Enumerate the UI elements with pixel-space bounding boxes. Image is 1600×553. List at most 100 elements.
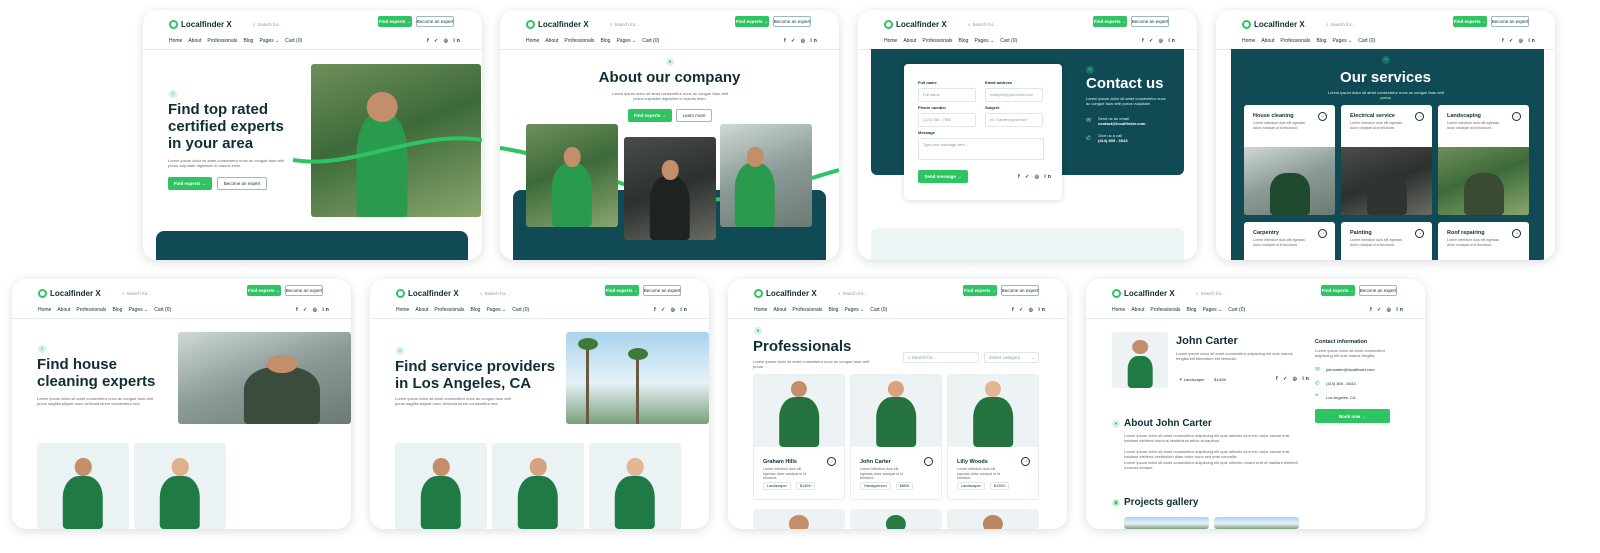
about-learn-more-button[interactable]: Learn more [676, 109, 712, 122]
service-card-electrical[interactable]: Electrical service Lorem interdum duis e… [1341, 105, 1432, 215]
professional-photo-row2-2[interactable] [850, 509, 942, 529]
phone-input[interactable]: (123) 456 - 7890 [918, 113, 976, 127]
social-icons[interactable]: f ✓ ◎ in [1370, 307, 1405, 313]
nav-pages[interactable]: Pages ⌄ [1202, 307, 1222, 313]
nav-pages[interactable]: Pages ⌄ [974, 38, 994, 44]
email-field[interactable]: Email address example@youremail.com [985, 80, 1043, 102]
provider-photo-3[interactable] [589, 443, 681, 529]
logo[interactable]: Localfinder X [38, 289, 101, 298]
professional-photo-row2-3[interactable] [947, 509, 1039, 529]
become-expert-button[interactable]: Become an expert [416, 16, 454, 27]
nav-professionals[interactable]: Professionals [76, 307, 106, 313]
nav-about[interactable]: About [545, 38, 558, 44]
nav-professionals[interactable]: Professionals [922, 38, 952, 44]
nav-cart[interactable]: Cart (0) [642, 38, 659, 44]
email-input[interactable]: example@youremail.com [985, 88, 1043, 102]
nav-professionals[interactable]: Professionals [564, 38, 594, 44]
search-input[interactable]: ⌕ Search for... [610, 18, 706, 30]
nav-blog[interactable]: Blog [828, 307, 838, 313]
nav-cart[interactable]: Cart (0) [1000, 38, 1017, 44]
professional-card-graham-hills[interactable]: Graham Hills Lorem interdum duis elit eg… [753, 374, 845, 500]
message-textarea[interactable]: Type your message here... [918, 138, 1044, 160]
nav-about[interactable]: About [1261, 38, 1274, 44]
find-experts-button[interactable]: Find experts → [963, 285, 997, 296]
contact-social-icons[interactable]: f ✓ ◎ in [1018, 174, 1053, 180]
nav-cart[interactable]: Cart (0) [285, 38, 302, 44]
become-expert-button[interactable]: Become an expert [1001, 285, 1039, 296]
nav-professionals[interactable]: Professionals [1280, 38, 1310, 44]
become-expert-button[interactable]: Become an expert [643, 285, 681, 296]
nav-pages[interactable]: Pages ⌄ [1332, 38, 1352, 44]
search-input[interactable]: ⌕ Search for... [253, 18, 349, 30]
professional-photo-row2-1[interactable] [753, 509, 845, 529]
full-name-input[interactable]: Full name [918, 88, 976, 102]
nav-blog[interactable]: Blog [1316, 38, 1326, 44]
become-expert-button[interactable]: Become an expert [285, 285, 323, 296]
social-icons[interactable]: f ✓ ◎ in [1142, 38, 1177, 44]
social-icons[interactable]: f ✓ ◎ in [1012, 307, 1047, 313]
arrow-circle-icon[interactable]: → [1415, 229, 1424, 238]
nav-blog[interactable]: Blog [243, 38, 253, 44]
nav-pages[interactable]: Pages ⌄ [616, 38, 636, 44]
subject-input[interactable]: ex. Gardening service [985, 113, 1043, 127]
logo[interactable]: Localfinder X [754, 289, 817, 298]
nav-professionals[interactable]: Professionals [1150, 307, 1180, 313]
become-expert-button[interactable]: Become an expert [1131, 16, 1169, 27]
nav-home[interactable]: Home [396, 307, 409, 313]
search-input[interactable]: ⌕ Search for... [122, 287, 218, 299]
message-field[interactable]: Message Type your message here... [918, 130, 1044, 160]
nav-cart[interactable]: Cart (0) [1228, 307, 1245, 313]
book-now-button[interactable]: Book now → [1315, 409, 1390, 423]
service-card-house-cleaning[interactable]: House cleaning Lorem interdum duis elit … [1244, 105, 1335, 215]
nav-pages[interactable]: Pages ⌄ [844, 307, 864, 313]
search-input[interactable]: ⌕ Search for... [480, 287, 576, 299]
nav-professionals[interactable]: Professionals [434, 307, 464, 313]
nav-home[interactable]: Home [526, 38, 539, 44]
nav-home[interactable]: Home [884, 38, 897, 44]
nav-blog[interactable]: Blog [112, 307, 122, 313]
profile-social-icons[interactable]: f ✓ ◎ in [1276, 376, 1311, 382]
service-card-carpentry[interactable]: Carpentry Lorem interdum duis elit egest… [1244, 222, 1335, 260]
nav-pages[interactable]: Pages ⌄ [128, 307, 148, 313]
send-message-button[interactable]: Send message → [918, 170, 968, 183]
nav-professionals[interactable]: Professionals [792, 307, 822, 313]
find-experts-button[interactable]: Find experts → [1453, 16, 1487, 27]
social-icons[interactable]: f ✓ ◎ in [427, 38, 462, 44]
nav-cart[interactable]: Cart (0) [1358, 38, 1375, 44]
subject-field[interactable]: Subject ex. Gardening service [985, 105, 1043, 127]
nav-cart[interactable]: Cart (0) [870, 307, 887, 313]
contact-phone[interactable]: (414) 805 - 6043 [1326, 381, 1356, 386]
full-name-field[interactable]: Full name Full name [918, 80, 976, 102]
service-card-landscaping[interactable]: Landscaping Lorem interdum duis elit ege… [1438, 105, 1529, 215]
social-icons[interactable]: f ✓ ◎ in [784, 38, 819, 44]
logo[interactable]: Localfinder X [884, 20, 947, 29]
nav-about[interactable]: About [57, 307, 70, 313]
find-experts-button[interactable]: Find experts → [247, 285, 281, 296]
hero-find-experts-button[interactable]: Find experts → [168, 177, 212, 190]
arrow-circle-icon[interactable]: → [827, 457, 836, 466]
arrow-circle-icon[interactable]: → [924, 457, 933, 466]
arrow-circle-icon[interactable]: → [1415, 112, 1424, 121]
search-input[interactable]: ⌕ Search for... [1326, 18, 1422, 30]
nav-pages[interactable]: Pages ⌄ [259, 38, 279, 44]
social-icons[interactable]: f ✓ ◎ in [296, 307, 331, 313]
nav-blog[interactable]: Blog [1186, 307, 1196, 313]
nav-home[interactable]: Home [169, 38, 182, 44]
nav-professionals[interactable]: Professionals [207, 38, 237, 44]
arrow-circle-icon[interactable]: → [1021, 457, 1030, 466]
professionals-search-input[interactable]: ⌕ Search for... [903, 352, 979, 363]
nav-about[interactable]: About [188, 38, 201, 44]
nav-home[interactable]: Home [1242, 38, 1255, 44]
nav-blog[interactable]: Blog [600, 38, 610, 44]
nav-about[interactable]: About [773, 307, 786, 313]
provider-photo-1[interactable] [395, 443, 487, 529]
become-expert-button[interactable]: Become an expert [1491, 16, 1529, 27]
logo[interactable]: Localfinder X [169, 20, 232, 29]
nav-home[interactable]: Home [1112, 307, 1125, 313]
contact-email[interactable]: johncarter@localfinder.com [1326, 367, 1375, 372]
arrow-circle-icon[interactable]: → [1512, 229, 1521, 238]
search-input[interactable]: ⌕ Search for... [1196, 287, 1292, 299]
service-card-roof-repairing[interactable]: Roof repairing Lorem interdum duis elit … [1438, 222, 1529, 260]
about-find-experts-button[interactable]: Find experts → [628, 109, 672, 122]
arrow-circle-icon[interactable]: → [1318, 112, 1327, 121]
